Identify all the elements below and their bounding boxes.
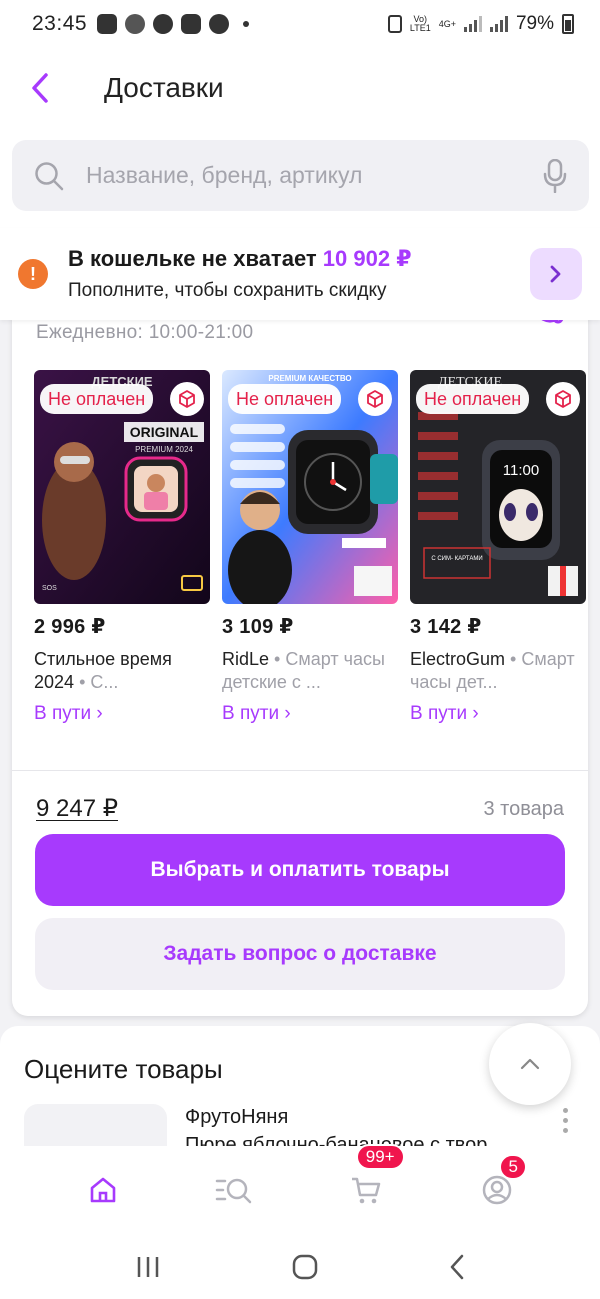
product-card[interactable]: ДЕТСКИЕ 11:00 С СИМ- КАРТАМИ Не оплачен … (410, 370, 586, 725)
items-count: 3 товара (483, 798, 564, 820)
product-price: 3 109 ₽ (222, 616, 294, 638)
notification-icons (97, 14, 250, 34)
search-bar: Название, бренд, артикул (0, 128, 600, 228)
rate-section-title: Оцените товары (24, 1054, 223, 1084)
pickup-hours: Ежедневно: 10:00-21:00 (36, 322, 254, 343)
chevron-left-icon (32, 73, 48, 103)
select-and-pay-button[interactable]: Выбрать и оплатить товары (35, 834, 565, 906)
scroll-to-top-button[interactable] (489, 1023, 571, 1105)
product-card[interactable]: ORIGINAL PREMIUM 2024 ДЕТСКИЕ SOS Не опл… (34, 370, 210, 725)
signal-icon (489, 16, 508, 32)
cart-count-badge: 99+ (355, 1144, 405, 1170)
more-options-icon[interactable] (563, 1108, 568, 1133)
unpaid-badge: Не оплачен (40, 384, 154, 414)
product-card[interactable]: PREMIUM КАЧЕСТВО Не оплачен 3 109 ₽ RidL… (222, 370, 398, 725)
wallet-title-text: В кошельке не хватает (68, 246, 317, 271)
tab-profile[interactable]: 5 (459, 1152, 535, 1228)
search-input[interactable]: Название, бренд, артикул (12, 140, 589, 211)
image-title: ORIGINAL (130, 424, 199, 440)
tab-cart[interactable]: 99+ (328, 1144, 405, 1228)
product-image[interactable]: ORIGINAL PREMIUM 2024 ДЕТСКИЕ SOS Не опл… (34, 370, 210, 604)
product-category-text: С... (90, 672, 119, 692)
delivery-box-icon (546, 382, 580, 416)
page-title: Доставки (104, 72, 224, 103)
image-subtitle: PREMIUM 2024 (135, 445, 193, 454)
order-total[interactable]: 9 247 ₽ (36, 794, 118, 823)
svg-text:SOS: SOS (42, 585, 57, 592)
signal-icon (463, 16, 482, 32)
app-notification-icon (97, 14, 118, 34)
wallet-subtitle: Пополните, чтобы сохранить скидку (68, 280, 387, 301)
home-button-icon[interactable] (292, 1254, 318, 1280)
pinterest-icon (153, 14, 174, 34)
search-placeholder: Название, бренд, артикул (86, 162, 363, 188)
product-image[interactable]: PREMIUM КАЧЕСТВО Не оплачен (222, 370, 398, 604)
wallet-amount: 10 902 ₽ (322, 246, 412, 271)
wallet-title: В кошельке не хватает 10 902 ₽ (68, 246, 530, 272)
search-icon (35, 161, 64, 190)
system-navigation-bar (0, 1234, 600, 1299)
battery-saver-icon (387, 15, 402, 33)
app-header: Доставки (0, 48, 600, 128)
home-icon (90, 1177, 116, 1203)
chevron-up-icon (520, 1058, 540, 1070)
bottom-tab-bar: 99+ 5 (0, 1144, 600, 1234)
product-brand: ElectroGum (410, 649, 506, 669)
wallet-open-button[interactable] (530, 248, 582, 300)
catalog-search-icon (216, 1178, 252, 1204)
tiktok-icon (125, 14, 146, 34)
cart-icon (351, 1177, 380, 1204)
product-brand: RidLe (222, 649, 270, 669)
tab-catalog[interactable] (196, 1152, 272, 1228)
image-heading: PREMIUM КАЧЕСТВО (268, 374, 351, 383)
youtube-icon (181, 14, 202, 34)
status-time: 23:45 (32, 12, 88, 35)
delivery-order-card: Ежедневно: 10:00-21:00 ORIGINAL PREMIUM … (12, 300, 588, 1016)
wallet-banner[interactable]: ! В кошельке не хватает 10 902 ₽ Пополни… (0, 228, 600, 320)
delivery-box-icon (358, 382, 392, 416)
delivery-box-icon (170, 382, 204, 416)
volte-bottom: LTE1 (409, 23, 431, 33)
product-status-link[interactable]: В пути › (410, 703, 586, 725)
unpaid-badge: Не оплачен (416, 384, 530, 414)
status-right: Vo) LTE1 4G+ 79% (387, 13, 574, 35)
microphone-icon[interactable] (543, 158, 567, 193)
divider (12, 770, 588, 771)
warning-icon: ! (18, 259, 48, 289)
status-bar: 23:45 Vo) LTE1 4G+ 79% (0, 0, 600, 48)
product-name: ElectroGum • Смарт часы дет... (410, 648, 586, 694)
profile-count-badge: 5 (499, 1154, 528, 1180)
battery-percent: 79% (515, 13, 554, 34)
chevron-right-icon (550, 265, 561, 283)
product-category: • С... (79, 672, 119, 692)
wallet-text: В кошельке не хватает 10 902 ₽ Пополните… (68, 246, 530, 302)
volte-icon: Vo) LTE1 (410, 15, 431, 33)
ask-delivery-question-button[interactable]: Задать вопрос о доставке (35, 918, 565, 990)
image-time: 11:00 (503, 462, 539, 479)
image-subtitle: С СИМ- КАРТАМИ (431, 556, 482, 562)
unpaid-badge: Не оплачен (228, 384, 342, 414)
pinterest-icon (209, 14, 230, 34)
back-nav-icon[interactable] (449, 1254, 465, 1280)
product-image[interactable]: ДЕТСКИЕ 11:00 С СИМ- КАРТАМИ Не оплачен (410, 370, 586, 604)
product-list: ORIGINAL PREMIUM 2024 ДЕТСКИЕ SOS Не опл… (34, 370, 588, 725)
product-status-link[interactable]: В пути › (222, 703, 398, 725)
battery-icon (562, 14, 574, 34)
recent-apps-icon[interactable] (135, 1255, 161, 1279)
product-name: RidLe • Смарт часы детские с ... (222, 648, 398, 694)
product-name: Стильное время 2024 • С... (34, 648, 210, 694)
product-status-link[interactable]: В пути › (34, 703, 210, 725)
back-button[interactable] (0, 48, 80, 128)
rate-product-brand: ФрутоНяня (185, 1106, 289, 1128)
product-price: 2 996 ₽ (34, 616, 106, 638)
network-type: 4G+ (438, 18, 456, 29)
tab-home[interactable] (65, 1152, 141, 1228)
more-notifications-icon (243, 21, 250, 27)
product-price: 3 142 ₽ (410, 616, 482, 638)
